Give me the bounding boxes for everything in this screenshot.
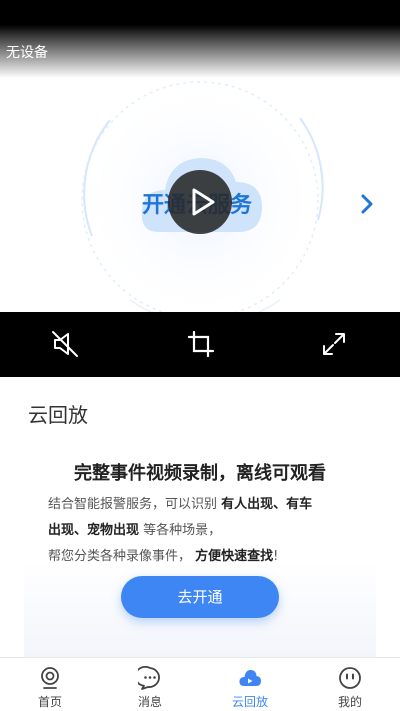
video-player[interactable]: 无设备 开通云服务	[0, 0, 400, 312]
panel-title: 云回放	[28, 403, 88, 427]
desc-text: 等各种场景，	[139, 523, 222, 538]
play-icon	[192, 188, 215, 216]
cloud-icon	[239, 670, 261, 686]
camera-icon	[41, 667, 59, 689]
chat-icon	[138, 666, 160, 690]
tab-home[interactable]: 首页	[0, 658, 100, 711]
promo-headline: 完整事件视频录制，离线可观看	[74, 463, 326, 484]
desc-text: 帮您分类各种录像事件，	[48, 549, 196, 564]
desc-highlight: 方便快速查找	[195, 549, 274, 564]
speaker-mute-icon	[52, 331, 78, 357]
desc-highlight: 出现、宠物出现	[48, 523, 140, 538]
tab-label: 消息	[137, 695, 162, 709]
tab-cloud-playback[interactable]: 云回放	[200, 658, 300, 711]
expand-icon	[323, 333, 345, 355]
mute-button[interactable]	[49, 328, 81, 360]
play-button[interactable]	[168, 170, 232, 234]
player-control-bar	[0, 312, 400, 377]
bottom-tab-bar: 首页 消息 云回放 我的	[0, 657, 400, 711]
promo-description: 结合智能报警服务，可以识别 有人出现、有车 出现、宠物出现 等各种场景， 帮您分…	[48, 492, 368, 570]
tab-profile[interactable]: 我的	[300, 658, 400, 711]
tab-label: 云回放	[231, 695, 268, 709]
activate-button[interactable]: 去开通	[121, 576, 279, 618]
promo-card: 完整事件视频录制，离线可观看 结合智能报警服务，可以识别 有人出现、有车 出现、…	[24, 445, 376, 657]
fullscreen-button[interactable]	[318, 328, 350, 360]
crop-button[interactable]	[185, 328, 217, 360]
video-top-bar	[0, 0, 400, 78]
tab-label: 首页	[37, 695, 62, 709]
cloud-playback-panel: 云回放 完整事件视频录制，离线可观看 结合智能报警服务，可以识别 有人出现、有车…	[0, 377, 400, 657]
crop-icon	[187, 330, 215, 358]
face-icon	[339, 667, 361, 689]
device-status: 无设备	[6, 45, 48, 61]
desc-text: 结合智能报警服务，可以识别	[48, 497, 222, 512]
desc-text: !	[273, 549, 279, 564]
chevron-right-icon[interactable]	[356, 190, 378, 222]
tab-messages[interactable]: 消息	[100, 658, 200, 711]
tab-label: 我的	[337, 695, 362, 709]
desc-highlight: 有人出现、有车	[221, 497, 313, 512]
